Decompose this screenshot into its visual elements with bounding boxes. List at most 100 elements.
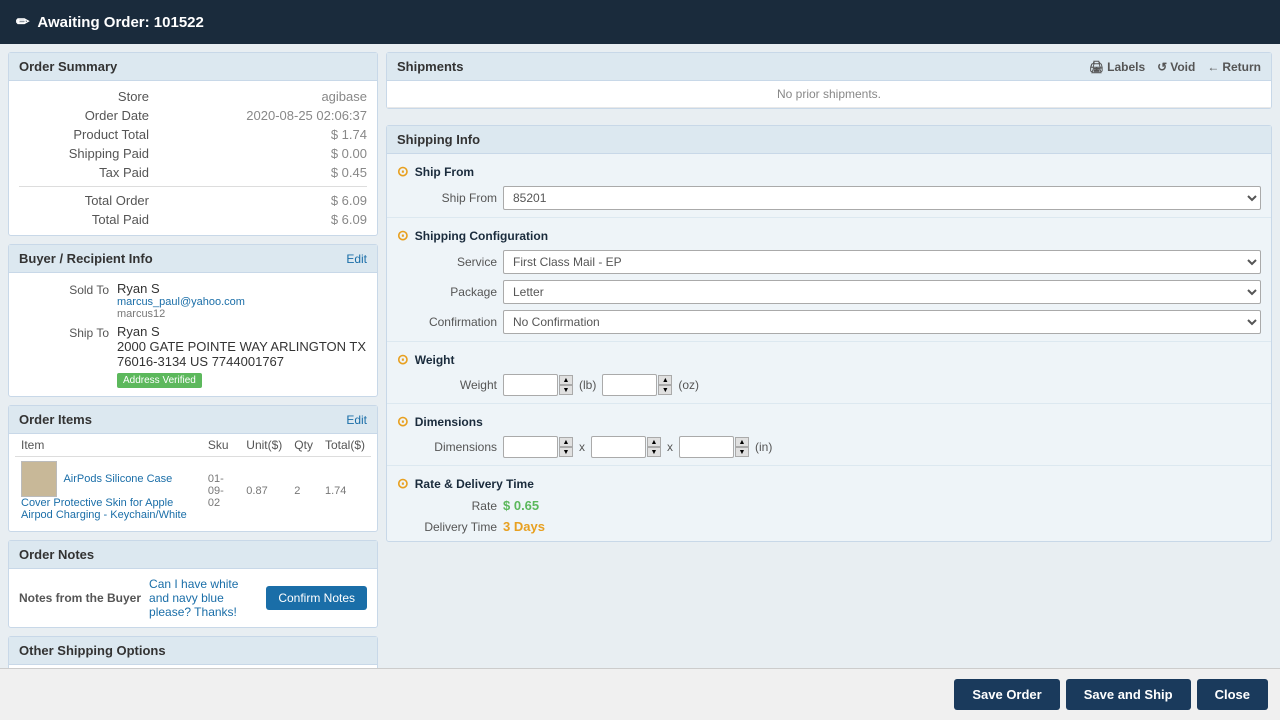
col-item: Item xyxy=(15,434,202,457)
summary-shipping-row: Shipping Paid $ 0.00 xyxy=(19,144,367,163)
weight-icon: ⊙ xyxy=(397,351,409,368)
buyer-edit-link[interactable]: Edit xyxy=(346,252,367,266)
order-notes-panel: Order Notes Notes from the Buyer Can I h… xyxy=(8,540,378,628)
printer-icon: 🖨 xyxy=(1089,60,1104,74)
weight-lb-wrap: ▲ ▼ xyxy=(503,374,573,396)
ship-to-label: Ship To xyxy=(19,324,109,388)
weight-oz-input[interactable] xyxy=(602,374,657,396)
dim-unit: (in) xyxy=(755,440,772,454)
confirm-notes-button[interactable]: Confirm Notes xyxy=(266,586,367,610)
items-edit-link[interactable]: Edit xyxy=(346,413,367,427)
dim2-up[interactable]: ▲ xyxy=(647,437,661,447)
dim2-input[interactable] xyxy=(591,436,646,458)
ship-from-title: Ship From xyxy=(415,165,474,179)
buyer-info-header: Buyer / Recipient Info Edit xyxy=(9,245,377,273)
dim3-input[interactable] xyxy=(679,436,734,458)
product-label: Product Total xyxy=(19,127,149,142)
dim3-down[interactable]: ▼ xyxy=(735,447,749,457)
total-order-value: $ 6.09 xyxy=(331,193,367,208)
save-and-ship-button[interactable]: Save and Ship xyxy=(1066,679,1191,710)
labels-action[interactable]: 🖨 Labels xyxy=(1089,60,1145,74)
return-action[interactable]: ← Return xyxy=(1207,60,1261,74)
rate-delivery-title-text: Rate & Delivery Time xyxy=(415,477,534,491)
ship-to-name: Ryan S xyxy=(117,324,367,339)
rate-row: Rate $ 0.65 xyxy=(397,495,1261,516)
summary-product-row: Product Total $ 1.74 xyxy=(19,125,367,144)
void-icon: ↺ xyxy=(1157,60,1167,74)
shipments-header: Shipments 🖨 Labels ↺ Void ← Return xyxy=(387,53,1271,81)
dim-x2: x xyxy=(667,440,673,454)
no-shipments-text: No prior shipments. xyxy=(387,81,1271,108)
ship-from-select[interactable]: 85201 xyxy=(503,186,1261,210)
col-unit: Unit($) xyxy=(240,434,288,457)
sold-to-info: Ryan S marcus_paul@yahoo.com marcus12 xyxy=(117,281,367,320)
package-select[interactable]: Letter xyxy=(503,280,1261,304)
buyer-notes-text: Can I have white and navy blue please? T… xyxy=(149,577,258,619)
ship-from-label: Ship From xyxy=(397,191,497,205)
save-order-button[interactable]: Save Order xyxy=(954,679,1059,710)
package-label: Package xyxy=(397,285,497,299)
item-qty: 2 xyxy=(288,457,319,526)
rate-delivery-section: ⊙ Rate & Delivery Time Rate $ 0.65 Deliv… xyxy=(387,466,1271,541)
weight-oz-up[interactable]: ▲ xyxy=(658,375,672,385)
total-order-label: Total Order xyxy=(19,193,149,208)
weight-lb-unit: (lb) xyxy=(579,378,596,392)
weight-label: Weight xyxy=(397,378,497,392)
shipments-panel: Shipments 🖨 Labels ↺ Void ← Return xyxy=(386,52,1272,109)
dimensions-title: Dimensions xyxy=(415,415,483,429)
weight-lb-spinners: ▲ ▼ xyxy=(559,375,573,395)
rate-label: Rate xyxy=(397,499,497,513)
summary-tax-row: Tax Paid $ 0.45 xyxy=(19,163,367,182)
weight-oz-unit: (oz) xyxy=(678,378,699,392)
dim-x1: x xyxy=(579,440,585,454)
items-header-row: Item Sku Unit($) Qty Total($) xyxy=(15,434,371,457)
weight-lb-up[interactable]: ▲ xyxy=(559,375,573,385)
void-action[interactable]: ↺ Void xyxy=(1157,60,1195,74)
config-title-text: Shipping Configuration xyxy=(415,229,548,243)
return-icon: ← xyxy=(1207,60,1219,74)
dimensions-icon: ⊙ xyxy=(397,413,409,430)
dim3-wrap: ▲ ▼ xyxy=(679,436,749,458)
total-paid-value: $ 6.09 xyxy=(331,212,367,227)
package-row: Package Letter xyxy=(397,277,1261,307)
dim3-up[interactable]: ▲ xyxy=(735,437,749,447)
order-items-title: Order Items xyxy=(19,412,92,427)
col-sku: Sku xyxy=(202,434,240,457)
buyer-info-title: Buyer / Recipient Info xyxy=(19,251,153,266)
ship-from-icon: ⊙ xyxy=(397,163,409,180)
item-total: 1.74 xyxy=(319,457,371,526)
weight-oz-wrap: ▲ ▼ xyxy=(602,374,672,396)
weight-lb-down[interactable]: ▼ xyxy=(559,385,573,395)
shipping-value: $ 0.00 xyxy=(331,146,367,161)
shipments-actions: 🖨 Labels ↺ Void ← Return xyxy=(1089,60,1261,74)
weight-lb-input[interactable] xyxy=(503,374,558,396)
dim1-wrap: ▲ ▼ xyxy=(503,436,573,458)
order-notes-header: Order Notes xyxy=(9,541,377,569)
shipping-info-panel: Shipping Info ⊙ Ship From Ship From 8520… xyxy=(386,125,1272,542)
service-select[interactable]: First Class Mail - EP xyxy=(503,250,1261,274)
close-button[interactable]: Close xyxy=(1197,679,1268,710)
notes-from-buyer-label: Notes from the Buyer xyxy=(19,591,141,605)
ship-to-addr3: 7744001767 xyxy=(212,354,284,369)
other-shipping-header: Other Shipping Options xyxy=(9,637,377,665)
other-shipping-body: Do not notify marketplace when shipped S… xyxy=(9,665,377,668)
dim1-input[interactable] xyxy=(503,436,558,458)
dim1-up[interactable]: ▲ xyxy=(559,437,573,447)
shipping-config-section: ⊙ Shipping Configuration Service First C… xyxy=(387,218,1271,342)
delivery-time-row: Delivery Time 3 Days xyxy=(397,516,1261,537)
summary-total-order-row: Total Order $ 6.09 xyxy=(19,191,367,210)
weight-section-title: ⊙ Weight xyxy=(397,346,1261,371)
store-value: agibase xyxy=(321,89,367,104)
order-notes-title: Order Notes xyxy=(19,547,94,562)
confirmation-select[interactable]: No Confirmation xyxy=(503,310,1261,334)
dim1-down[interactable]: ▼ xyxy=(559,447,573,457)
dim2-wrap: ▲ ▼ xyxy=(591,436,661,458)
shipping-info-title: Shipping Info xyxy=(397,132,480,147)
dim2-down[interactable]: ▼ xyxy=(647,447,661,457)
tax-label: Tax Paid xyxy=(19,165,149,180)
ship-from-row: Ship From 85201 xyxy=(397,183,1261,213)
shipments-title: Shipments xyxy=(397,59,463,74)
weight-oz-down[interactable]: ▼ xyxy=(658,385,672,395)
order-items-body: Item Sku Unit($) Qty Total($) AirPods Si… xyxy=(9,434,377,531)
void-label: Void xyxy=(1170,60,1195,74)
